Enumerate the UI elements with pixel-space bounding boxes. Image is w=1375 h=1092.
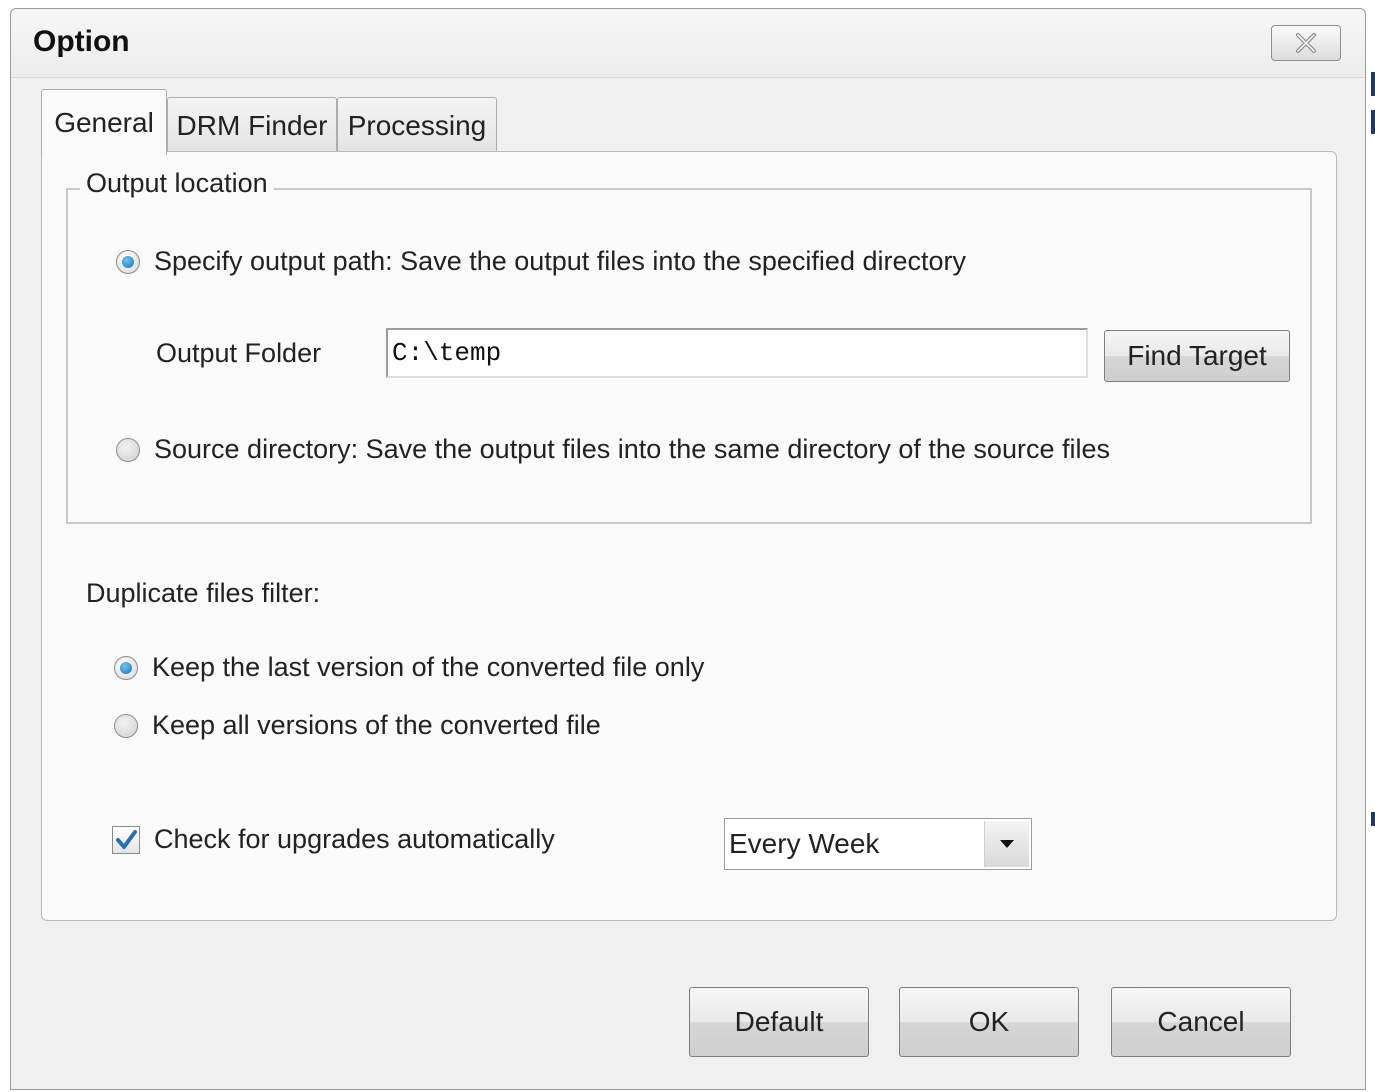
close-icon [1291, 32, 1321, 54]
duplicate-filter-heading: Duplicate files filter: [86, 578, 321, 608]
specify-output-path-label: Specify output path: Save the output fil… [154, 246, 966, 276]
default-button[interactable]: Default [689, 987, 869, 1057]
general-tab-panel: Output location Specify output path: Sav… [41, 151, 1337, 921]
cancel-button[interactable]: Cancel [1111, 987, 1291, 1057]
auto-upgrade-checkbox[interactable] [112, 825, 140, 854]
auto-upgrade-label: Check for upgrades automatically [154, 824, 555, 854]
keep-all-versions-radio[interactable] [114, 713, 138, 738]
output-folder-label: Output Folder [156, 338, 322, 368]
source-directory-radio[interactable] [116, 437, 140, 462]
keep-last-version-radio[interactable] [114, 655, 138, 680]
output-location-group: Output location Specify output path: Sav… [66, 168, 1312, 524]
chevron-down-icon [1000, 840, 1014, 848]
title-bar: Option [11, 9, 1365, 78]
option-dialog: Option General DRM Finder Processing Out… [10, 8, 1366, 1090]
auto-upgrade-option[interactable]: Check for upgrades automatically [112, 824, 555, 855]
keep-last-version-option[interactable]: Keep the last version of the converted f… [114, 652, 704, 683]
upgrade-frequency-select[interactable]: Every Week [724, 818, 1032, 870]
ok-button[interactable]: OK [899, 987, 1079, 1057]
keep-all-versions-label: Keep all versions of the converted file [152, 710, 601, 740]
upgrade-frequency-value: Every Week [729, 828, 880, 859]
find-target-button[interactable]: Find Target [1104, 330, 1290, 382]
specify-output-path-option[interactable]: Specify output path: Save the output fil… [116, 246, 966, 277]
tab-general[interactable]: General [41, 89, 167, 155]
source-directory-option[interactable]: Source directory: Save the output files … [116, 434, 1110, 465]
output-folder-input[interactable]: C:\temp [386, 328, 1088, 378]
dropdown-button[interactable] [984, 821, 1029, 867]
tab-drm-finder[interactable]: DRM Finder [167, 97, 337, 153]
close-button[interactable] [1271, 25, 1341, 61]
keep-all-versions-option[interactable]: Keep all versions of the converted file [114, 710, 601, 741]
keep-last-version-label: Keep the last version of the converted f… [152, 652, 705, 682]
background-window-edge [1371, 110, 1375, 134]
specify-output-path-radio[interactable] [116, 249, 140, 274]
source-directory-label: Source directory: Save the output files … [154, 434, 1110, 464]
background-window-edge [1371, 812, 1375, 826]
checkmark-icon [116, 829, 137, 849]
tab-processing[interactable]: Processing [337, 97, 497, 153]
background-window-edge [1371, 72, 1375, 96]
output-location-legend: Output location [80, 168, 274, 199]
dialog-title: Option [33, 25, 130, 58]
